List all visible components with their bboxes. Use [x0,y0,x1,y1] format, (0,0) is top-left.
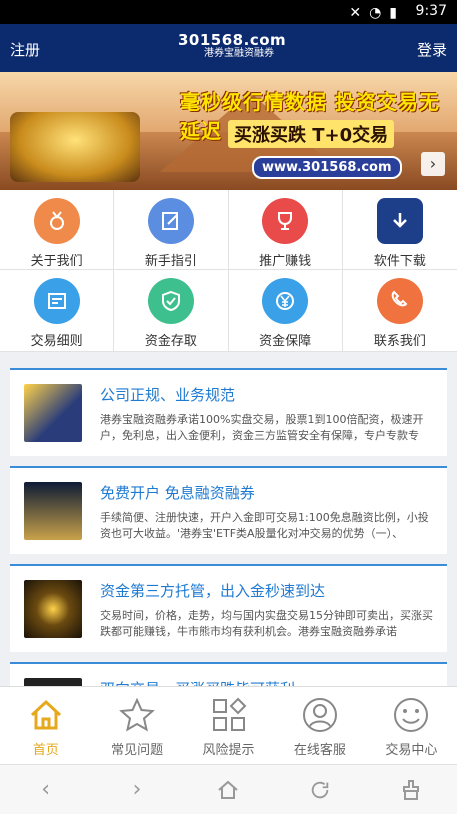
grid-item-guide[interactable]: 新手指引 [114,190,229,270]
back-icon[interactable]: ‹ [30,774,62,806]
logo: 301568.com 港券宝融资融券 [178,32,288,64]
tab-service[interactable]: 在线客服 [274,687,365,764]
list-item[interactable]: 公司正规、业务规范 港券宝融资融券承诺100%实盘交易，股票1到100倍配资，极… [10,368,447,456]
shield-check-icon [147,278,194,324]
grid-item-deposit[interactable]: 资金存取 [114,270,229,352]
clean-icon[interactable] [395,774,427,806]
grid-item-about[interactable]: 关于我们 [0,190,115,270]
register-link[interactable]: 注册 [10,39,40,60]
status-bar: ✕ ◔ ▮ 9:37 [0,0,457,24]
tab-trade[interactable]: 交易中心 [366,687,457,764]
tab-label: 常见问题 [111,743,164,758]
card-thumbnail [24,384,82,442]
card-thumbnail [24,482,82,540]
refresh-icon[interactable] [304,774,336,806]
home-nav-icon[interactable] [212,774,244,806]
grid-item-security[interactable]: 资金保障 [228,270,343,352]
grid-item-label: 资金存取 [144,334,197,349]
medal-icon [33,198,80,244]
tab-label: 首页 [32,743,59,758]
wifi-icon: ◔ [369,5,382,21]
grid-item-label: 联系我们 [373,334,426,349]
tab-home[interactable]: 首页 [0,687,91,764]
tab-risk[interactable]: 风险提示 [183,687,274,764]
logo-subtext: 港券宝融资融券 [204,48,274,59]
grid-item-label: 推广赚钱 [259,254,312,269]
card-title: 免费开户 免息融资融券 [100,484,255,502]
grid-item-label: 交易细则 [30,334,83,349]
download-icon [376,198,423,244]
header: 注册 301568.com 港券宝融资融券 登录 [0,24,457,72]
grid-item-contact[interactable]: 联系我们 [342,270,457,352]
grid-item-label: 新手指引 [144,254,197,269]
star-icon [117,695,157,735]
tab-label: 风险提示 [202,743,255,758]
smile-icon [391,695,431,735]
grid-item-rules[interactable]: 交易细则 [0,270,115,352]
trophy-icon [262,198,309,244]
phone-icon [376,278,423,324]
battery-icon: ▮ [389,5,397,21]
card-description: 交易时间，价格，走势，均与国内实盘交易15分钟即可卖出，买涨买跌都可能赚钱，牛市… [100,609,433,638]
banner-url: www.301568.com [252,156,402,179]
yen-icon [262,278,309,324]
bottom-tab-bar: 首页 常见问题 风险提示 在线客服 交易中心 [0,686,457,764]
tab-label: 在线客服 [293,743,346,758]
grid-item-promote[interactable]: 推广赚钱 [228,190,343,270]
tab-faq[interactable]: 常见问题 [91,687,182,764]
card-title: 资金第三方托管，出入金秒速到达 [100,582,326,600]
card-description: 手续简便、注册快速，开户入金即可交易1:100免息融资比例，小投资也可大收益。'… [100,511,429,540]
logo-text: 301568.com [178,31,287,49]
feature-grid: 关于我们 新手指引 推广赚钱 软件下载 交易细则 资金存取 资金保障 联系我们 [0,190,457,352]
chevron-right-icon[interactable]: › [421,152,445,176]
grid-item-download[interactable]: 软件下载 [342,190,457,270]
grid-item-label: 软件下载 [373,254,426,269]
login-link[interactable]: 登录 [417,39,447,60]
list-item[interactable]: 资金第三方托管，出入金秒速到达 交易时间，价格，走势，均与国内实盘交易15分钟即… [10,564,447,652]
card-title: 公司正规、业务规范 [100,386,236,404]
document-icon [33,278,80,324]
status-time: 9:37 [415,3,447,19]
card-description: 港券宝融资融券承诺100%实盘交易，股票1到100倍配资，极速开户，免利息，出入… [100,413,424,442]
banner[interactable]: 毫秒级行情数据 投资交易无延迟 买涨买跌 T+0交易 www.301568.co… [0,72,457,190]
home-icon [26,695,66,735]
status-icons: ✕ ◔ ▮ [349,5,397,21]
tab-label: 交易中心 [385,743,438,758]
mute-icon: ✕ [349,5,362,21]
list-item[interactable]: 免费开户 免息融资融券 手续简便、注册快速，开户入金即可交易1:100免息融资比… [10,466,447,554]
grid-item-label: 关于我们 [30,254,83,269]
banner-subheadline: 买涨买跌 T+0交易 [228,120,395,148]
card-thumbnail [24,580,82,638]
grid-item-label: 资金保障 [259,334,312,349]
grid-icon [209,695,249,735]
user-icon [300,695,340,735]
treasure-graphic [10,112,140,182]
forward-icon[interactable]: › [121,774,153,806]
edit-icon [147,198,194,244]
browser-nav-bar: ‹ › [0,764,457,814]
